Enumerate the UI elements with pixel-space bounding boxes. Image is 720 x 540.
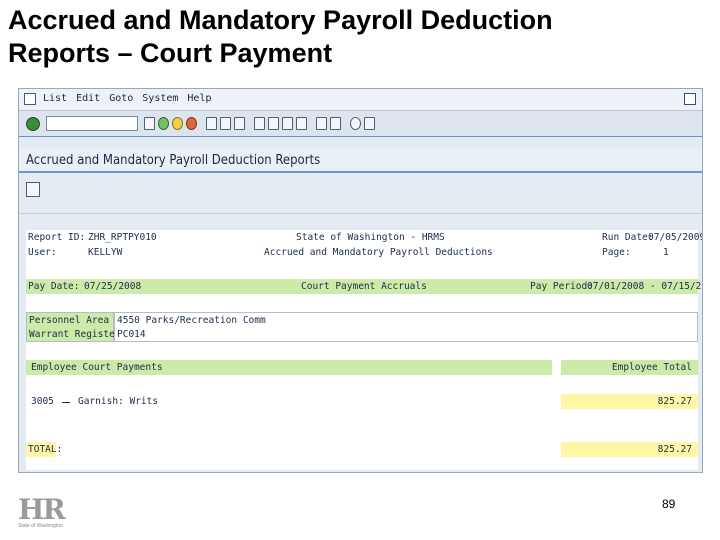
toolbar-separator (248, 117, 251, 130)
section-title: Court Payment Accruals (301, 281, 427, 292)
total-label-cell: TOTAL: (26, 442, 62, 457)
report-area: Report ID: ZHR_RPTPY010 User: KELLYW Sta… (26, 230, 702, 470)
slide-title-line2: Reports – Court Payment (8, 38, 333, 68)
total-label: TOTAL: (28, 444, 63, 455)
pay-date-row: Pay Date: 07/25/2008 Court Payment Accru… (26, 279, 702, 294)
hr-logo: HR State of Washington (18, 496, 78, 530)
employee-court-payments-header: Employee Court Payments (26, 360, 552, 375)
personnel-labels-cell: Personnel Area Warrant Register (26, 312, 121, 342)
hr-logo-subtext: State of Washington (18, 523, 63, 529)
user-label: User: (28, 247, 57, 258)
window-control-icon[interactable] (684, 93, 696, 105)
report-id-label: Report ID: (28, 232, 86, 243)
application-toolbar (19, 176, 702, 214)
menu-edit[interactable]: Edit (76, 93, 100, 104)
next-page-icon[interactable] (282, 117, 293, 130)
menu-bar: List Edit Goto System Help (19, 89, 702, 111)
personnel-area-label: Personnel Area (29, 315, 110, 326)
standard-toolbar (19, 111, 702, 137)
personnel-area-value: 4550 Parks/Recreation Comm (117, 315, 266, 326)
enter-icon[interactable] (26, 117, 40, 131)
employee-total-header: Employee Total (561, 360, 698, 375)
user-value: KELLYW (88, 247, 123, 258)
row-code: 3005 (31, 396, 54, 407)
page-number: 89 (662, 497, 676, 511)
hr-logo-text: HR (18, 493, 66, 526)
pay-period-value: 07/01/2008 - 07/15/2008 (587, 281, 702, 292)
page-label: Page: (602, 247, 631, 258)
previous-page-icon[interactable] (268, 117, 279, 130)
warrant-register-label: Warrant Register (29, 329, 121, 340)
court-payment-row: 3005 Garnish: Writs (26, 394, 552, 409)
menu-help[interactable]: Help (187, 93, 211, 104)
menu-items: List Edit Goto System Help (43, 93, 212, 104)
sap-window: List Edit Goto System Help Accrued and M… (18, 88, 703, 473)
total-amount-cell: 825.27 (561, 442, 698, 457)
print-icon[interactable] (206, 117, 217, 130)
org-title: State of Washington - HRMS (296, 232, 445, 243)
window-menu-icon[interactable] (24, 93, 36, 105)
row-amount-cell: 825.27 (561, 394, 698, 409)
print-preview-icon[interactable] (26, 182, 40, 197)
first-page-icon[interactable] (254, 117, 265, 130)
toolbar-separator (344, 117, 347, 130)
toolbar-separator (310, 117, 313, 130)
screen-title: Accrued and Mandatory Payroll Deduction … (26, 153, 321, 168)
report-title: Accrued and Mandatory Payroll Deductions (264, 247, 493, 258)
help-icon[interactable] (350, 117, 361, 130)
personnel-values-cell: 4550 Parks/Recreation Comm PC014 (114, 312, 698, 342)
toolbar-buttons (144, 117, 375, 130)
warrant-register-value: PC014 (117, 329, 146, 340)
save-icon[interactable] (144, 117, 155, 130)
cancel-icon[interactable] (186, 117, 197, 130)
find-icon[interactable] (220, 117, 231, 130)
row-description: Garnish: Writs (78, 396, 159, 407)
back-icon[interactable] (158, 117, 169, 130)
report-id-value: ZHR_RPTPY010 (88, 232, 157, 243)
row-separator (62, 402, 70, 403)
screen-title-bar: Accrued and Mandatory Payroll Deduction … (19, 148, 702, 173)
slide-title-line1: Accrued and Mandatory Payroll Deduction (8, 5, 553, 35)
toolbar-separator (200, 117, 203, 130)
exit-icon[interactable] (172, 117, 183, 130)
find-next-icon[interactable] (234, 117, 245, 130)
command-field[interactable] (46, 116, 138, 131)
shortcut-icon[interactable] (330, 117, 341, 130)
pay-date-value: 07/25/2008 (84, 281, 142, 292)
page-value: 1 (663, 247, 669, 258)
row-amount: 825.27 (657, 396, 692, 407)
menu-system[interactable]: System (142, 93, 178, 104)
create-session-icon[interactable] (316, 117, 327, 130)
run-date-label: Run Date: (602, 232, 654, 243)
report-header: Report ID: ZHR_RPTPY010 User: KELLYW Sta… (26, 230, 702, 260)
layout-menu-icon[interactable] (364, 117, 375, 130)
menu-goto[interactable]: Goto (109, 93, 133, 104)
total-amount: 825.27 (657, 444, 692, 455)
employee-court-payments-label: Employee Court Payments (31, 362, 163, 373)
pay-period-label: Pay Period: (530, 281, 593, 292)
pay-date-label: Pay Date: (28, 281, 80, 292)
run-date-value: 07/05/2009 (648, 232, 703, 243)
employee-total-label: Employee Total (611, 362, 692, 373)
last-page-icon[interactable] (296, 117, 307, 130)
slide-title: Accrued and Mandatory Payroll Deduction … (8, 4, 708, 70)
menu-list[interactable]: List (43, 93, 67, 104)
